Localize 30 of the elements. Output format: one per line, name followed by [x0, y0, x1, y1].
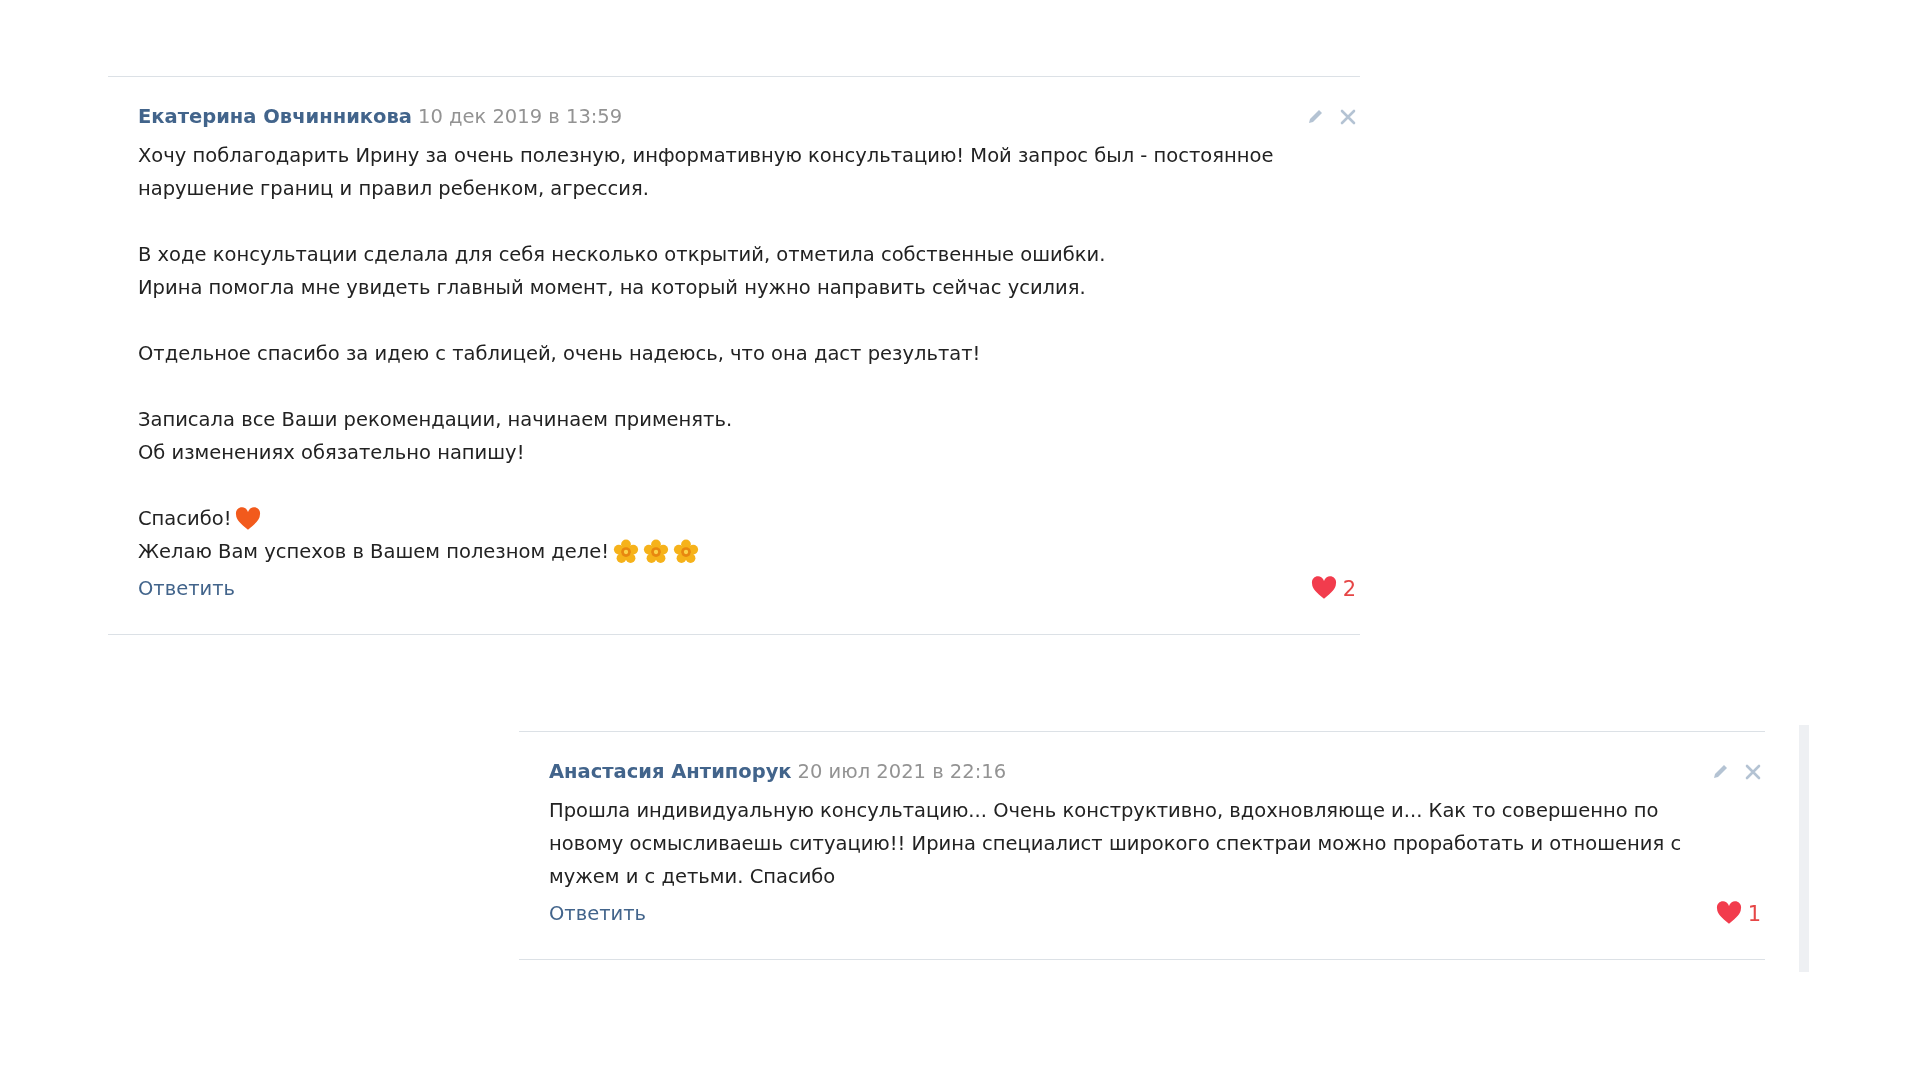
comment-text: Хочу поблагодарить Ирину за очень полезную, информативную консультацию! Мой запрос был - постоянное — [138, 143, 1274, 169]
comment-text: В ходе консультации сделала для себя несколько открытий, отметила собственные ошибки. — [138, 242, 1106, 268]
comment-text: Спасибо! — [138, 506, 232, 532]
comment-text: Прошла индивидуальную консультацию... Очень конструктивно, вдохновляюще и... Как то совершенно по — [549, 798, 1659, 824]
comment-text: Записала все Ваши рекомендации, начинаем применять. — [138, 407, 733, 433]
comment-text: Отдельное спасибо за идею с таблицей, очень надеюсь, что она даст результат! — [138, 341, 981, 367]
reply-link[interactable]: Ответить — [549, 899, 647, 929]
like-count: 2 — [1342, 576, 1356, 603]
pencil-icon[interactable] — [1306, 108, 1324, 126]
comment-date: 10 дек 2019 в 13:59 — [418, 104, 623, 130]
close-icon[interactable] — [1745, 764, 1761, 780]
comment-text: новому осмысливаешь ситуацию!! Ирина специалист широкого спектраи можно проработать и отношения с — [549, 831, 1682, 857]
author-name[interactable]: Анастасия Антипорук — [549, 758, 792, 786]
flower-emoji-icon — [613, 538, 640, 565]
like-count: 1 — [1747, 901, 1761, 928]
comment-text: Желаю Вам успехов в Вашем полезном деле! — [138, 539, 610, 565]
flower-emoji-icon — [673, 538, 700, 565]
close-icon[interactable] — [1340, 109, 1356, 125]
comment-text: Об изменениях обязательно напишу! — [138, 440, 525, 466]
flower-emoji-icon — [643, 538, 670, 565]
like-button[interactable]: 2 — [1310, 574, 1356, 604]
pencil-icon[interactable] — [1711, 763, 1729, 781]
comment-text: мужем и с детьми. Спасибо — [549, 864, 836, 890]
comment-text: нарушение границ и правил ребенком, агрессия. — [138, 176, 649, 202]
heart-emoji-icon — [235, 506, 262, 531]
like-button[interactable]: 1 — [1715, 899, 1761, 929]
comment-text: Ирина помогла мне увидеть главный момент, на который нужно направить сейчас усилия. — [138, 275, 1086, 301]
comment-date: 20 июл 2021 в 22:16 — [797, 759, 1007, 785]
author-name[interactable]: Екатерина Овчинникова — [138, 103, 412, 131]
reply-link[interactable]: Ответить — [138, 574, 236, 604]
